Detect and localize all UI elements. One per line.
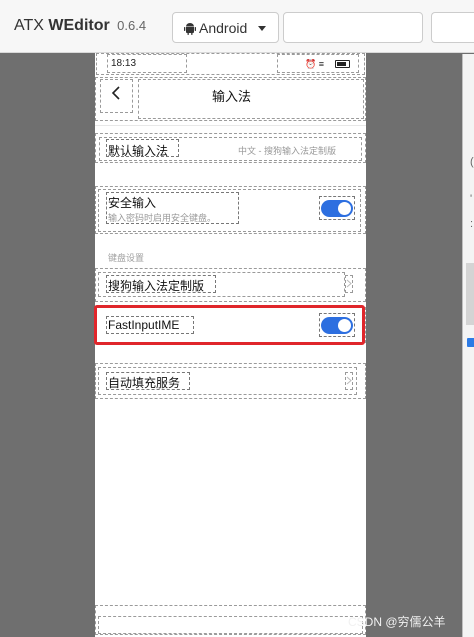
- selection-highlight: [94, 305, 365, 345]
- secure-input-label: 安全输入: [108, 196, 157, 210]
- chevron-left-icon[interactable]: [110, 86, 124, 100]
- platform-select[interactable]: Android: [172, 12, 279, 43]
- status-time: 18:13: [111, 58, 137, 69]
- secure-input-toggle[interactable]: [321, 200, 353, 217]
- chevron-right-icon: [346, 376, 352, 385]
- toggle-knob: [338, 202, 351, 215]
- inspector-scrollbar[interactable]: [466, 263, 474, 325]
- secure-input-description: 输入密码时启用安全键盘。: [108, 213, 217, 223]
- autofill-label: 自动填充服务: [108, 376, 181, 390]
- chevron-down-icon: [258, 26, 266, 31]
- status-bar[interactable]: [96, 53, 365, 75]
- app-name-main: WEditor: [48, 17, 110, 34]
- divider: [95, 125, 366, 126]
- app-version: 0.6.4: [117, 18, 147, 33]
- platform-select-value: Android: [199, 20, 248, 36]
- inspector-mark: ': [470, 193, 473, 205]
- android-icon: [184, 23, 196, 35]
- chevron-right-icon: [346, 279, 352, 288]
- inspector-checkbox[interactable]: [467, 338, 474, 347]
- app-name-prefix: ATX: [14, 17, 44, 34]
- app-title: ATX WEditor 0.6.4: [14, 17, 146, 35]
- inspector-mark: :: [470, 218, 474, 230]
- section-keyboard-settings: 键盘设置: [108, 253, 145, 263]
- battery-icon: [335, 60, 350, 68]
- page-title: 输入法: [212, 89, 252, 104]
- connect-button[interactable]: [431, 12, 474, 43]
- device-screen[interactable]: 18:13 ⏰ ≡ 输入法 默认输入法 中文 - 搜狗输入法定制版 安全输入 输…: [95, 53, 366, 637]
- inspector-mark: (: [470, 156, 474, 168]
- default-ime-value: 中文 - 搜狗输入法定制版: [238, 146, 336, 156]
- sogou-label: 搜狗输入法定制版: [108, 279, 205, 293]
- status-icons: ⏰ ≡: [305, 59, 324, 69]
- watermark: CSDN @穷儒公羊: [348, 615, 446, 629]
- default-ime-label: 默认输入法: [108, 144, 169, 158]
- navigation-bar-inner[interactable]: [98, 616, 363, 634]
- top-toolbar: ATX WEditor 0.6.4 Android: [0, 0, 474, 53]
- device-serial-input[interactable]: [283, 12, 423, 43]
